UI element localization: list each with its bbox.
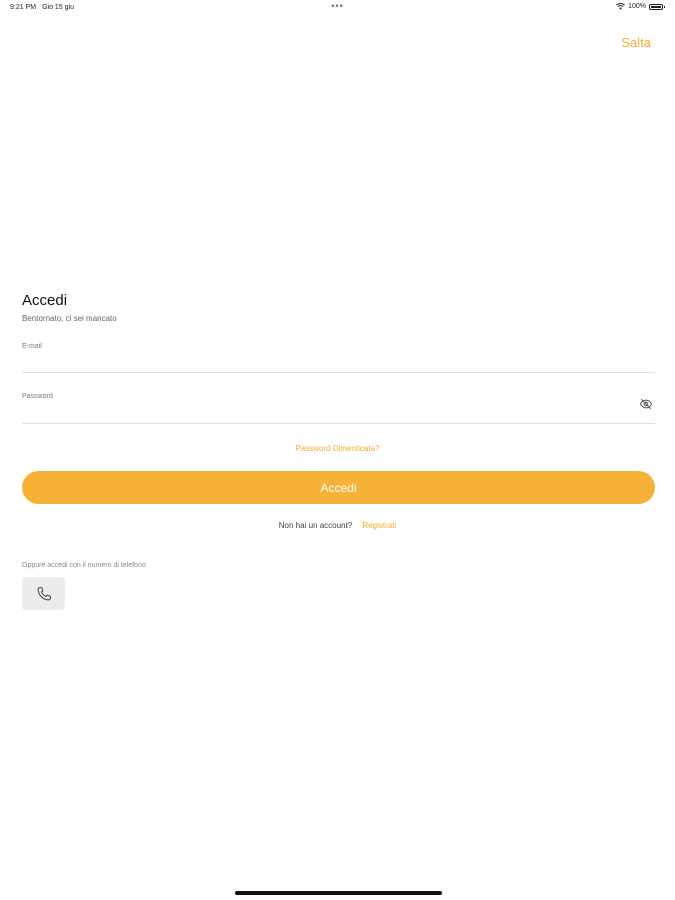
skip-button[interactable]: Salta	[621, 35, 651, 50]
home-indicator[interactable]	[235, 891, 442, 895]
page-title: Accedi	[22, 292, 68, 309]
password-field[interactable]: Password	[22, 392, 655, 424]
login-button[interactable]: Accedi	[22, 471, 655, 504]
password-input[interactable]	[22, 404, 631, 420]
register-row: Non hai un account? Registrati	[0, 521, 675, 530]
email-input[interactable]	[22, 353, 631, 369]
wifi-icon	[616, 3, 626, 10]
status-time: 9:21 PM	[10, 4, 37, 11]
eye-slash-icon[interactable]	[639, 397, 653, 411]
phone-login-label: Oppure accedi con il numero di telefono	[22, 562, 146, 569]
status-date: Gio 15 giu	[42, 4, 74, 11]
status-bar: 9:21 PM Gio 15 giu ••• 100%	[0, 0, 675, 16]
register-link[interactable]: Registrati	[362, 521, 396, 530]
password-label: Password	[22, 393, 53, 400]
page-subtitle: Bentornato, ci sei mancato	[22, 314, 117, 323]
email-field[interactable]: E-mail	[22, 342, 655, 373]
email-label: E-mail	[22, 343, 42, 350]
phone-icon	[37, 586, 51, 600]
battery-icon	[649, 3, 665, 10]
status-right: 100%	[616, 3, 665, 10]
no-account-text: Non hai un account?	[278, 521, 353, 530]
battery-percent: 100%	[628, 3, 646, 10]
status-left: 9:21 PM Gio 15 giu	[10, 4, 74, 11]
forgot-password-link[interactable]: Password Dimenticata?	[0, 444, 675, 453]
multitasking-dots[interactable]: •••	[331, 1, 343, 11]
phone-login-button[interactable]	[22, 577, 65, 610]
